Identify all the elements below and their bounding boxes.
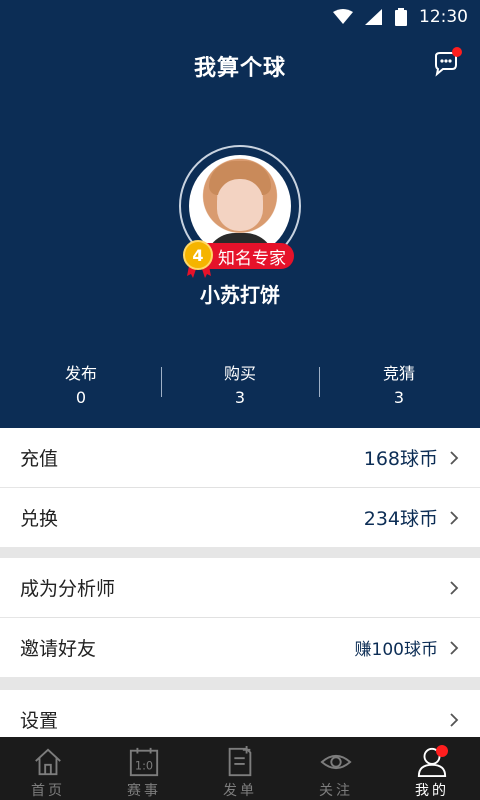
stat-label: 发布 — [64, 364, 97, 383]
svg-text:1:0: 1:0 — [135, 760, 153, 773]
stat-guess[interactable]: 竞猜 3 — [319, 360, 479, 407]
invite-reward: 赚100球币 — [354, 640, 438, 660]
chevron-right-icon — [450, 510, 459, 525]
stat-value: 3 — [234, 388, 246, 407]
chevron-right-icon — [450, 640, 459, 655]
battery-icon — [395, 8, 407, 26]
expert-badge: 知名专家 — [206, 243, 294, 269]
menu-become-analyst[interactable]: 成为分析师 — [0, 558, 480, 617]
post-document-icon — [228, 746, 252, 777]
chevron-right-icon — [450, 580, 459, 595]
scoreboard-icon: 1:0 — [129, 747, 159, 777]
tab-post[interactable]: 发单 — [192, 737, 288, 800]
menu-label: 设置 — [20, 710, 59, 732]
chevron-right-icon — [450, 450, 459, 465]
exchange-balance: 234球币 — [363, 508, 438, 530]
status-time: 12:30 — [419, 7, 468, 27]
bottom-tab-bar: 首页 1:0 赛事 发单 关注 我的 — [0, 737, 480, 800]
tab-mine[interactable]: 我的 — [384, 737, 480, 800]
home-icon — [35, 748, 61, 776]
tab-label: 我的 — [415, 783, 449, 799]
tab-follow[interactable]: 关注 — [288, 737, 384, 800]
signal-icon — [365, 9, 383, 25]
tab-matches[interactable]: 1:0 赛事 — [96, 737, 192, 800]
stat-label: 竞猜 — [382, 364, 415, 383]
eye-icon — [320, 754, 352, 770]
username: 小苏打饼 — [200, 283, 280, 307]
stat-value: 3 — [393, 388, 405, 407]
level-medal: 4 — [183, 240, 213, 270]
menu-label: 成为分析师 — [20, 578, 116, 600]
profile-header: 我算个球 4 知名专家 小苏打饼 发布 0 购买 3 竞猜 3 — [0, 34, 480, 428]
tab-label: 赛事 — [127, 783, 161, 799]
wifi-icon — [333, 9, 353, 25]
tab-home[interactable]: 首页 — [0, 737, 96, 800]
menu-label: 邀请好友 — [20, 638, 97, 660]
stat-value: 0 — [75, 388, 87, 407]
stat-publish[interactable]: 发布 0 — [1, 360, 161, 407]
tab-label: 发单 — [223, 783, 257, 799]
chevron-right-icon — [450, 712, 459, 727]
menu-label: 兑换 — [20, 508, 59, 530]
menu-exchange[interactable]: 兑换 234球币 — [0, 488, 480, 547]
menu-invite-friends[interactable]: 邀请好友 赚100球币 — [0, 618, 480, 677]
stat-purchase[interactable]: 购买 3 — [160, 360, 320, 407]
tab-label: 关注 — [319, 783, 353, 799]
notification-dot — [436, 745, 448, 757]
status-bar: 12:30 — [0, 0, 480, 34]
tab-label: 首页 — [31, 783, 65, 799]
menu-recharge[interactable]: 充值 168球币 — [0, 428, 480, 487]
menu-label: 充值 — [20, 448, 59, 470]
messages-button[interactable] — [432, 47, 462, 78]
page-title: 我算个球 — [193, 56, 286, 81]
unread-dot — [452, 47, 462, 57]
stat-label: 购买 — [223, 364, 256, 383]
coin-balance: 168球币 — [363, 448, 438, 470]
